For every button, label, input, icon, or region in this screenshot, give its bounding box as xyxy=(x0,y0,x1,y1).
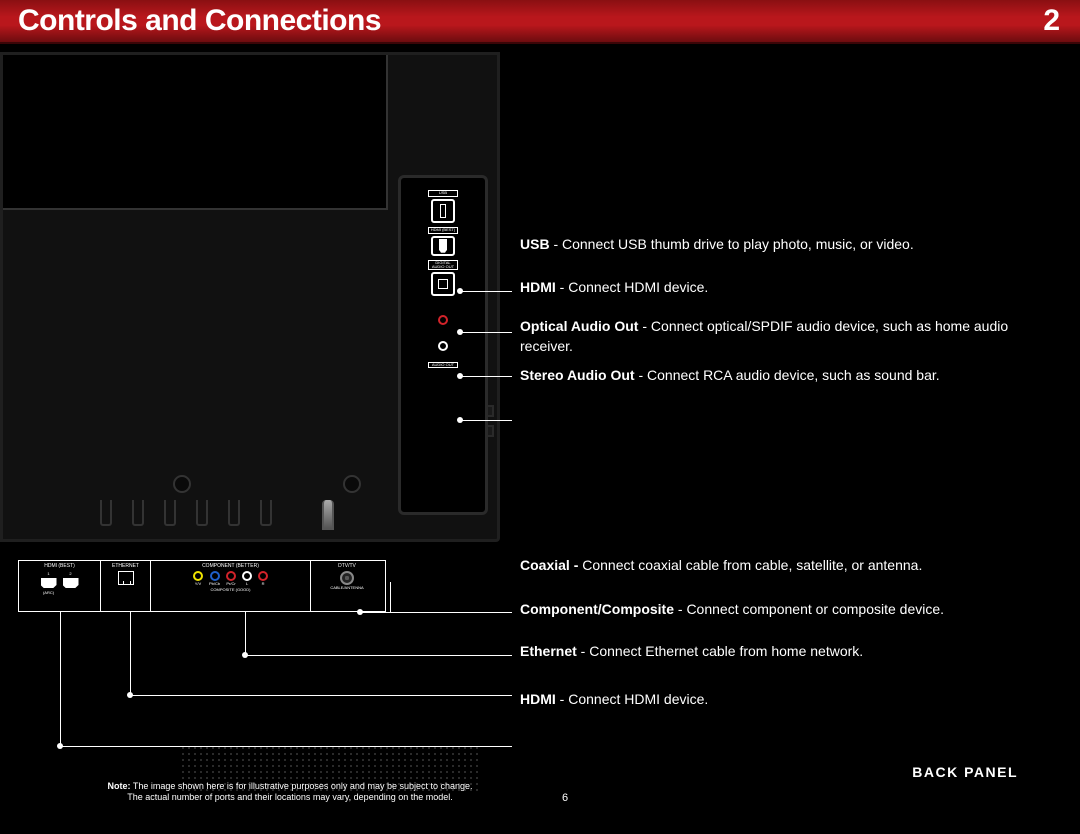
rca-l-icon xyxy=(242,571,252,581)
callout-line xyxy=(460,420,512,421)
hdmi-port-icon xyxy=(63,578,79,588)
port-label-usb: USB xyxy=(428,190,458,197)
callout-line xyxy=(460,291,512,292)
desc-coaxial: Coaxial - Connect coaxial cable from cab… xyxy=(520,556,1060,576)
side-port-block: USB HDMI (BEST) DIGITAL AUDIO OUT AUDIO … xyxy=(398,175,488,515)
footer-note: Note: The image shown here is for illust… xyxy=(20,781,560,804)
hdmi-port-icon xyxy=(431,236,455,256)
port-label-hdmi: HDMI (BEST) xyxy=(428,227,458,234)
desc-ethernet: Ethernet - Connect Ethernet cable from h… xyxy=(520,642,1060,662)
callout-line xyxy=(460,376,512,377)
chapter-number: 2 xyxy=(1043,4,1060,38)
rca-pr-icon xyxy=(226,571,236,581)
port-label-ethernet: ETHERNET xyxy=(112,563,139,569)
coax-connector-icon xyxy=(322,500,334,530)
port-label-dtv: DTV/TV xyxy=(338,563,356,569)
desc-optical: Optical Audio Out - Connect optical/SPDI… xyxy=(520,317,1060,356)
port-label-digital-audio: DIGITAL AUDIO OUT xyxy=(428,260,458,270)
callout-line xyxy=(130,695,512,696)
mount-legs xyxy=(100,500,334,530)
bottom-port-bar: HDMI (BEST) 1 (ARC) 2 . ETHERNET COMPONE… xyxy=(18,560,386,612)
port-label-audio-out: AUDIO OUT xyxy=(428,362,458,369)
side-notch xyxy=(488,425,494,437)
callout-line xyxy=(60,612,61,746)
callout-line xyxy=(360,612,512,613)
callout-line xyxy=(460,332,512,333)
coax-port-icon xyxy=(340,571,354,585)
ethernet-port-icon xyxy=(118,571,134,585)
chapter-header: Controls and Connections 2 xyxy=(0,0,1080,44)
tv-inset xyxy=(3,55,388,210)
page-number: 6 xyxy=(562,792,568,804)
rca-red-port-icon xyxy=(431,308,455,332)
callout-line xyxy=(245,655,512,656)
screw-icon xyxy=(343,475,361,493)
rca-y-icon xyxy=(193,571,203,581)
rca-pb-icon xyxy=(210,571,220,581)
desc-stereo: Stereo Audio Out - Connect RCA audio dev… xyxy=(520,366,1060,386)
rca-r-icon xyxy=(258,571,268,581)
port-label-hdmi-group: HDMI (BEST) xyxy=(44,563,75,569)
section-title: BACK PANEL xyxy=(912,764,1018,780)
callout-line xyxy=(130,612,131,695)
callout-line xyxy=(245,612,246,655)
desc-hdmi-bottom: HDMI - Connect HDMI device. xyxy=(520,690,1060,710)
tv-back-panel-illustration: USB HDMI (BEST) DIGITAL AUDIO OUT AUDIO … xyxy=(0,52,500,542)
chapter-title: Controls and Connections xyxy=(18,4,381,38)
desc-hdmi-side: HDMI - Connect HDMI device. xyxy=(520,278,1060,298)
port-label-component: COMPONENT (BETTER) xyxy=(202,563,259,569)
hdmi-port-icon xyxy=(41,578,57,588)
desc-usb: USB - Connect USB thumb drive to play ph… xyxy=(520,235,1060,255)
desc-component: Component/Composite - Connect component … xyxy=(520,600,1060,620)
optical-port-icon xyxy=(431,272,455,296)
callout-line xyxy=(390,582,391,612)
usb-port-icon xyxy=(431,199,455,223)
screw-icon xyxy=(173,475,191,493)
rca-white-port-icon xyxy=(431,334,455,358)
side-notch xyxy=(488,405,494,417)
